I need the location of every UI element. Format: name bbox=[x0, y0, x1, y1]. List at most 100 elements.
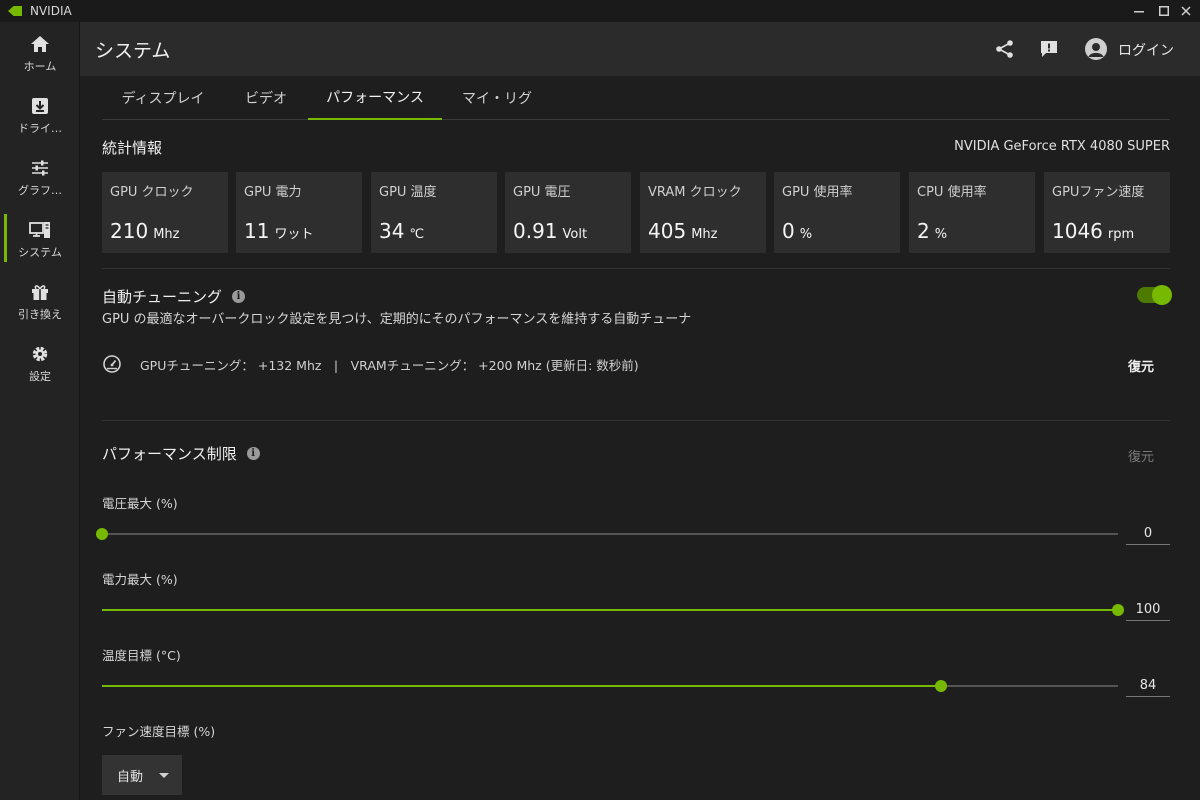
chevron-down-icon bbox=[159, 772, 170, 778]
stat-label: GPU 電圧 bbox=[513, 185, 571, 200]
slider-thumb[interactable] bbox=[935, 680, 948, 692]
fan-target-label: ファン速度目標 (%) bbox=[102, 724, 216, 739]
sidebar-item-redeem[interactable]: 引き換え bbox=[0, 270, 80, 332]
tab-my-rig[interactable]: マイ・リグ bbox=[442, 76, 552, 120]
voltage-max-label: 電圧最大 (%) bbox=[102, 496, 178, 511]
user-avatar-icon bbox=[1085, 38, 1107, 60]
autotune-description: GPU の最適なオーバークロック設定を見つけ、定期的にそのパフォーマンスを維持す… bbox=[102, 312, 692, 327]
fan-target-selected: 自動 bbox=[117, 769, 144, 785]
page-title: システム bbox=[95, 40, 171, 62]
share-button[interactable] bbox=[994, 38, 1016, 60]
autotune-restore-button[interactable]: 復元 bbox=[1128, 356, 1154, 375]
temp-target-label: 温度目標 (°C) bbox=[102, 648, 181, 663]
slider-thumb[interactable] bbox=[96, 528, 108, 540]
stat-value: 1046 bbox=[1052, 219, 1103, 243]
autotune-title: 自動チューニング bbox=[102, 288, 223, 306]
stat-value-group: 405 Mhz bbox=[648, 219, 717, 243]
sidebar-item-label: ホーム bbox=[23, 59, 57, 73]
sidebar-item-label: ドライ… bbox=[18, 121, 62, 135]
system-monitor-icon bbox=[29, 219, 51, 241]
stat-unit: Mhz bbox=[153, 227, 180, 242]
title-bar: NVIDIA bbox=[0, 0, 1200, 22]
sidebar: ホーム ドライ… グラフ… システム 引き換え 設定 bbox=[0, 22, 80, 800]
sidebar-item-system[interactable]: システム bbox=[0, 208, 80, 270]
tab-video[interactable]: ビデオ bbox=[224, 76, 308, 120]
power-max-slider[interactable] bbox=[102, 604, 1124, 616]
autotune-section-title: 自動チューニング i bbox=[102, 286, 246, 307]
sidebar-item-graphics[interactable]: グラフ… bbox=[0, 146, 80, 208]
voltage-max-slider[interactable] bbox=[96, 528, 1118, 540]
stat-unit: Mhz bbox=[691, 227, 718, 242]
perf-limits-title: パフォーマンス制限 bbox=[102, 445, 237, 463]
stat-label: CPU 使用率 bbox=[917, 185, 987, 200]
sidebar-item-drivers[interactable]: ドライ… bbox=[0, 84, 80, 146]
stat-value: 0 bbox=[782, 219, 795, 243]
feedback-button[interactable] bbox=[1038, 38, 1060, 60]
stat-label: GPUファン速度 bbox=[1052, 185, 1145, 200]
section-divider bbox=[102, 420, 1170, 421]
stat-label: GPU 電力 bbox=[244, 185, 302, 200]
section-divider bbox=[102, 268, 1170, 269]
stat-unit: ワット bbox=[274, 227, 314, 242]
stat-unit: ℃ bbox=[409, 227, 425, 242]
toggle-knob bbox=[1152, 285, 1172, 305]
stat-value-group: 11 ワット bbox=[244, 219, 313, 243]
stat-value: 0.91 bbox=[513, 219, 558, 243]
info-icon[interactable]: i bbox=[246, 447, 260, 460]
stat-card-gpu-clock: GPU クロック 210 Mhz bbox=[102, 172, 228, 253]
stat-value: 11 bbox=[244, 219, 270, 243]
page-header: システム ログイン bbox=[80, 22, 1200, 76]
power-max-label: 電力最大 (%) bbox=[102, 572, 178, 587]
graphics-sliders-icon bbox=[29, 157, 51, 179]
voltage-max-value[interactable]: 0 bbox=[1126, 525, 1170, 545]
tab-performance[interactable]: パフォーマンス bbox=[308, 76, 442, 120]
tuning-status-row: GPUチューニング： +132 Mhz | VRAMチューニング： +200 M… bbox=[102, 353, 639, 375]
fan-target-dropdown[interactable]: 自動 bbox=[102, 755, 182, 795]
perf-limits-restore-button[interactable]: 復元 bbox=[1128, 446, 1154, 465]
power-max-value[interactable]: 100 bbox=[1126, 601, 1170, 621]
avatar[interactable] bbox=[1084, 37, 1108, 61]
stat-value-group: 0.91 Volt bbox=[513, 219, 587, 243]
stat-value: 405 bbox=[648, 219, 687, 243]
sidebar-item-label: 引き換え bbox=[18, 307, 62, 321]
slider-thumb[interactable] bbox=[1112, 604, 1124, 616]
stat-unit: rpm bbox=[1107, 227, 1135, 242]
minimize-button[interactable] bbox=[1125, 0, 1153, 22]
temp-target-value[interactable]: 84 bbox=[1126, 677, 1170, 697]
autotune-toggle[interactable] bbox=[1137, 285, 1172, 305]
close-icon bbox=[1181, 6, 1191, 16]
temp-target-slider[interactable] bbox=[102, 680, 1118, 692]
stat-unit: % bbox=[934, 227, 948, 242]
slider-fill bbox=[102, 685, 942, 687]
stat-label: GPU クロック bbox=[110, 185, 194, 200]
stat-card-gpu-fan-speed: GPUファン速度 1046 rpm bbox=[1044, 172, 1170, 253]
tab-display[interactable]: ディスプレイ bbox=[102, 76, 224, 120]
close-button[interactable] bbox=[1172, 0, 1200, 22]
sidebar-item-label: 設定 bbox=[29, 369, 51, 383]
share-icon bbox=[996, 40, 1013, 58]
window-title: NVIDIA bbox=[30, 4, 72, 18]
stat-value: 210 bbox=[110, 219, 149, 243]
stat-value-group: 210 Mhz bbox=[110, 219, 179, 243]
stat-unit: % bbox=[799, 227, 813, 242]
stat-label: GPU 使用率 bbox=[782, 185, 853, 200]
stats-title: 統計情報 bbox=[102, 139, 163, 157]
gear-icon bbox=[29, 343, 51, 365]
sidebar-item-label: グラフ… bbox=[18, 183, 62, 197]
info-icon[interactable]: i bbox=[232, 290, 246, 303]
tab-bar: ディスプレイ ビデオ パフォーマンス マイ・リグ bbox=[102, 76, 1170, 120]
sidebar-item-label: システム bbox=[18, 245, 62, 259]
gift-icon bbox=[29, 281, 51, 303]
stat-value-group: 0% bbox=[782, 219, 812, 243]
stat-card-gpu-voltage: GPU 電圧 0.91 Volt bbox=[505, 172, 631, 253]
stat-card-gpu-usage: GPU 使用率 0% bbox=[774, 172, 900, 253]
login-link[interactable]: ログイン bbox=[1118, 40, 1174, 60]
minimize-icon bbox=[1134, 11, 1144, 13]
slider-fill bbox=[102, 609, 1118, 611]
stat-value: 2 bbox=[917, 219, 930, 243]
nvidia-logo-icon bbox=[8, 6, 22, 16]
stat-card-vram-clock: VRAM クロック 405 Mhz bbox=[640, 172, 766, 253]
stat-value-group: 1046 rpm bbox=[1052, 219, 1134, 243]
sidebar-item-home[interactable]: ホーム bbox=[0, 22, 80, 84]
sidebar-item-settings[interactable]: 設定 bbox=[0, 332, 80, 394]
